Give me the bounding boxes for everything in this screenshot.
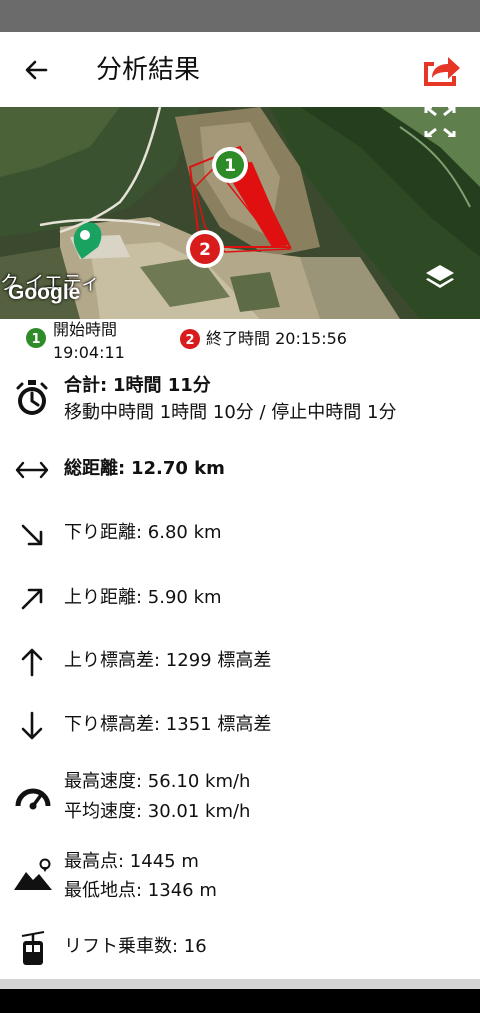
lift-rides-text: リフト乗車数: 16 <box>64 936 207 957</box>
start-time-value: 19:04:11 <box>53 343 125 362</box>
back-arrow-icon[interactable] <box>20 54 52 86</box>
fullscreen-icon[interactable] <box>424 107 456 141</box>
time-legend: 1 開始時間 19:04:11 2 終了時間 20:15:56 <box>0 319 480 364</box>
distance-value: 12.70 km <box>130 458 225 479</box>
share-icon[interactable] <box>420 50 464 90</box>
total-time-row: 合計: 1時間 11分 移動中時間 1時間 10分 / 停止中時間 1分 <box>0 372 480 432</box>
stopwatch-icon <box>14 378 50 422</box>
mountain-pin-icon <box>14 858 52 896</box>
app-bar: 分析結果 <box>0 32 480 107</box>
total-distance-row: 総距離: 12.70 km <box>0 455 480 485</box>
map-view[interactable]: 1 2 ク イエティ Google <box>0 107 480 319</box>
page-title: 分析結果 <box>96 55 201 85</box>
total-value: 1時間 11分 <box>112 375 211 396</box>
start-marker-label: 1 <box>224 156 236 176</box>
descent-text: 下り標高差: 1351 標高差 <box>64 714 272 735</box>
downhill-distance-text: 下り距離: 6.80 km <box>64 522 222 543</box>
end-time-text: 終了時間 20:15:56 <box>206 329 347 348</box>
ascent-text: 上り標高差: 1299 標高差 <box>64 650 272 671</box>
moving-stopped-text: 移動中時間 1時間 10分 / 停止中時間 1分 <box>64 402 397 423</box>
arrow-up-right-icon <box>18 585 46 617</box>
end-number-icon: 2 <box>180 329 200 353</box>
horizontal-arrows-icon <box>14 457 50 487</box>
arrow-down-icon <box>18 711 46 745</box>
status-bar <box>0 0 480 32</box>
start-time-label: 開始時間 <box>53 320 118 339</box>
max-altitude-text: 最高点: 1445 m <box>64 851 199 872</box>
svg-text:1: 1 <box>31 332 40 347</box>
system-nav-bar <box>0 989 480 1013</box>
lift-rides-row: リフト乗車数: 16 <box>0 931 480 967</box>
altitude-row: 最高点: 1445 m 最低地点: 1346 m <box>0 846 480 906</box>
speedometer-icon <box>14 782 52 814</box>
distance-label: 総距離: <box>64 458 126 479</box>
descent-row: 下り標高差: 1351 標高差 <box>0 711 480 741</box>
bottom-divider <box>0 979 480 989</box>
avg-speed-text: 平均速度: 30.01 km/h <box>64 801 251 822</box>
end-marker-label: 2 <box>199 240 211 260</box>
google-attribution: Google <box>8 281 81 304</box>
start-number-icon: 1 <box>26 328 46 352</box>
speed-row: 最高速度: 56.10 km/h 平均速度: 30.01 km/h <box>0 768 480 828</box>
uphill-distance-text: 上り距離: 5.90 km <box>64 587 222 608</box>
min-altitude-text: 最低地点: 1346 m <box>64 880 217 901</box>
arrow-up-icon <box>18 647 46 681</box>
gondola-icon <box>20 931 46 971</box>
downhill-distance-row: 下り距離: 6.80 km <box>0 519 480 549</box>
ascent-row: 上り標高差: 1299 標高差 <box>0 647 480 677</box>
max-speed-text: 最高速度: 56.10 km/h <box>64 771 251 792</box>
arrow-down-right-icon <box>18 521 46 553</box>
total-label: 合計: <box>64 375 108 396</box>
map-layers-icon[interactable] <box>424 261 456 297</box>
svg-text:2: 2 <box>185 333 194 348</box>
uphill-distance-row: 上り距離: 5.90 km <box>0 584 480 614</box>
